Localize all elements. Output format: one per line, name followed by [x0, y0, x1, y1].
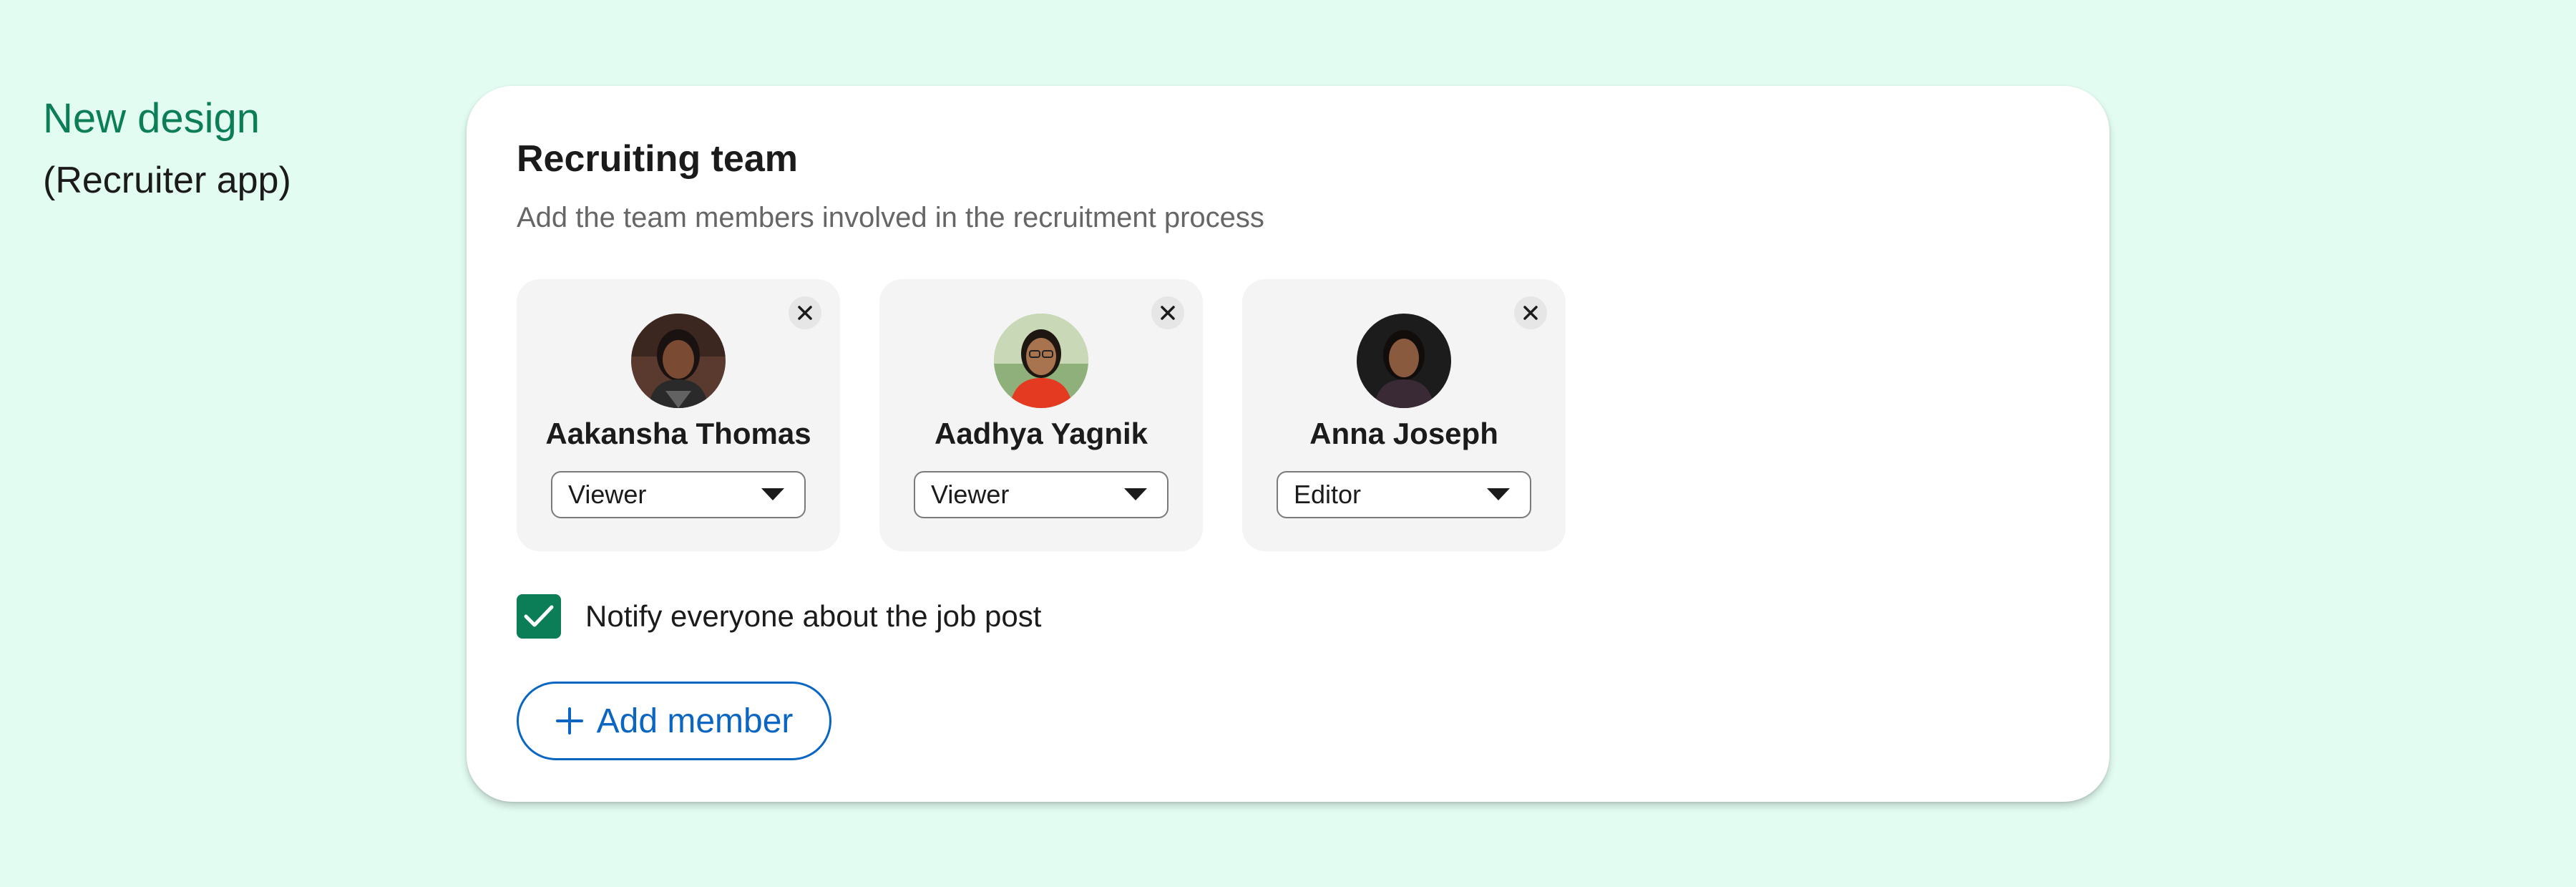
member-name: Anna Joseph [1309, 417, 1498, 450]
design-label: New design [43, 95, 260, 142]
add-member-label: Add member [596, 702, 794, 740]
avatar [1357, 314, 1451, 408]
notify-checkbox[interactable] [517, 594, 561, 639]
avatar [994, 314, 1088, 408]
member-name: Aakansha Thomas [545, 417, 811, 450]
add-member-button[interactable]: Add member [517, 682, 831, 760]
recruiting-team-panel: Recruiting team Add the team members inv… [467, 86, 2109, 802]
remove-member-button[interactable] [1151, 296, 1184, 329]
member-name: Aadhya Yagnik [934, 417, 1148, 450]
app-label: (Recruiter app) [43, 160, 291, 201]
side-labels: New design (Recruiter app) [43, 92, 291, 208]
close-icon [1161, 306, 1175, 320]
remove-member-button[interactable] [1514, 296, 1547, 329]
checkmark-icon [524, 605, 554, 627]
panel-title: Recruiting team [517, 138, 798, 180]
member-card: Anna Joseph Editor [1242, 279, 1566, 551]
role-value: Editor [1294, 480, 1362, 509]
notify-checkbox-row[interactable]: Notify everyone about the job post [517, 594, 1041, 639]
caret-down-icon [1487, 488, 1510, 500]
role-value: Viewer [568, 480, 647, 509]
member-card: Aadhya Yagnik Viewer [879, 279, 1203, 551]
caret-down-icon [1124, 488, 1147, 500]
notify-label: Notify everyone about the job post [585, 599, 1042, 633]
plus-icon [555, 707, 584, 735]
caret-down-icon [761, 488, 784, 500]
role-dropdown[interactable]: Viewer [551, 471, 806, 518]
remove-member-button[interactable] [789, 296, 821, 329]
member-card: Aakansha Thomas Viewer [517, 279, 840, 551]
panel-subtitle: Add the team members involved in the rec… [517, 202, 1264, 233]
close-icon [1523, 306, 1538, 320]
avatar [631, 314, 726, 408]
role-dropdown[interactable]: Editor [1277, 471, 1531, 518]
role-dropdown[interactable]: Viewer [914, 471, 1169, 518]
role-value: Viewer [931, 480, 1010, 509]
close-icon [798, 306, 812, 320]
